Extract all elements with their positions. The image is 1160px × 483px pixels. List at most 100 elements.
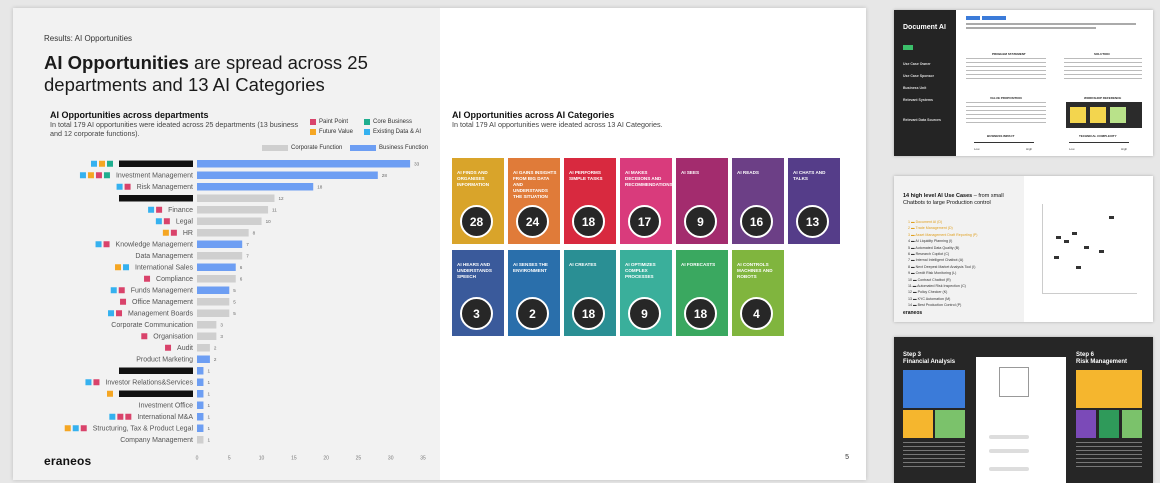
thumb-low: Low	[1069, 147, 1075, 151]
thumb-scale	[1069, 142, 1129, 143]
thumb-sticky-note	[1110, 107, 1126, 123]
bar	[197, 436, 204, 444]
ai-category-tile[interactable]: AI Senses the Environment 2	[508, 250, 560, 336]
thumb-green-panel	[1122, 410, 1142, 438]
ai-category-tile[interactable]: AI Performs Simple Tasks 18	[564, 158, 616, 244]
thumb-text-block	[966, 58, 1046, 80]
thumbnail-steps[interactable]: Step 3 Financial Analysis Step 6 Risk Ma…	[894, 337, 1153, 483]
category-marker	[117, 413, 124, 420]
category-marker	[124, 183, 131, 190]
bar-value-label: 12	[278, 196, 284, 201]
bar	[197, 217, 262, 225]
thumb-point	[1064, 240, 1069, 243]
ai-category-tile[interactable]: AI Controls Machines and Robots 4	[732, 250, 784, 336]
bar-value-label: 10	[266, 219, 272, 224]
ai-category-tile[interactable]: AI Optimizes Complex Processes 9	[620, 250, 672, 336]
bar-value-label: 3	[220, 322, 223, 327]
redacted-label	[119, 367, 193, 374]
category-marker	[108, 310, 115, 317]
category-marker	[109, 413, 116, 420]
category-marker	[148, 206, 155, 213]
bar	[197, 344, 210, 352]
row-label: Company Management	[120, 437, 193, 444]
ai-category-label: AI Reads	[737, 170, 759, 175]
thumb-point	[1072, 232, 1077, 235]
ai-category-tile[interactable]: AI Reads 16	[732, 158, 784, 244]
thumbnail-document-ai[interactable]: Document AI Use Case Owner Use Case Spon…	[894, 10, 1153, 156]
ai-category-label: AI Sees	[681, 170, 700, 175]
ai-category-tile[interactable]: AI Makes Decisions and Recommendations 17	[620, 158, 673, 244]
x-tick-label: 35	[420, 456, 426, 462]
ai-category-label: AI Makes Decisions and Recommendations	[625, 170, 673, 187]
ai-category-label: AI Finds and Organises Information	[457, 170, 490, 187]
ai-category-tile[interactable]: AI Finds and Organises Information 28	[452, 158, 504, 244]
category-marker	[95, 241, 102, 248]
thumb-line	[966, 27, 1096, 29]
thumb-point	[1056, 236, 1061, 239]
category-marker	[87, 172, 94, 179]
thumb-high: High	[1026, 147, 1033, 151]
ai-category-tile[interactable]: AI Hears and Understands Speech 3	[452, 250, 504, 336]
bar-value-label: 33	[414, 161, 420, 166]
ai-category-count: 4	[740, 297, 773, 330]
bar-value-label: 28	[382, 173, 388, 178]
ai-category-tile[interactable]: AI Chats and Talks 13	[788, 158, 840, 244]
categories-subtitle: In total 179 AI opportunities were ideat…	[452, 120, 663, 129]
ai-category-count: 3	[460, 297, 493, 330]
category-marker	[141, 333, 148, 340]
thumb-slider	[989, 449, 1029, 453]
thumb-line	[966, 23, 1136, 25]
ai-category-count: 16	[740, 205, 773, 238]
row-label: Structuring, Tax & Product Legal	[93, 426, 194, 433]
x-tick-label: 30	[388, 456, 394, 462]
bar	[197, 298, 230, 306]
row-label: Knowledge Management	[116, 242, 193, 249]
row-label: Management Boards	[128, 311, 193, 318]
page-number: 5	[845, 454, 849, 461]
bar	[197, 413, 204, 421]
thumb-blue-panel	[903, 370, 965, 408]
category-marker	[162, 229, 169, 236]
bar	[197, 206, 269, 214]
thumb-step3: Step 3	[903, 352, 922, 358]
ai-category-tile[interactable]: AI Forecasts 18	[676, 250, 728, 336]
row-label: Finance	[168, 207, 193, 214]
category-marker	[110, 287, 117, 294]
category-marker	[93, 379, 100, 386]
ai-category-tile[interactable]: AI Creates 18	[564, 250, 616, 336]
thumbnail-use-cases[interactable]: 14 high level AI Use Cases – from small …	[894, 176, 1153, 322]
category-marker	[91, 160, 97, 167]
thumb-green-panel	[1099, 410, 1119, 438]
thumb-chip	[966, 16, 980, 20]
row-label: Risk Management	[137, 184, 193, 191]
thumb-scatter	[1042, 204, 1137, 294]
ai-category-count: 18	[572, 205, 605, 238]
thumb-sticky-note	[1070, 107, 1086, 123]
category-marker	[120, 298, 127, 305]
bar-value-label: 1	[207, 414, 210, 419]
bar-value-label: 2	[214, 357, 217, 362]
bar	[197, 332, 217, 340]
x-tick-label: 5	[228, 456, 231, 462]
ai-category-count: 17	[628, 205, 661, 238]
row-label: International M&A	[137, 414, 193, 421]
bar-value-label: 1	[207, 403, 210, 408]
ai-category-count: 18	[572, 297, 605, 330]
thumb-logo: eraneos	[903, 310, 923, 316]
thumb-point	[1084, 246, 1089, 249]
redacted-label	[119, 160, 193, 167]
thumb-field: Relevant Data Sources	[903, 118, 941, 122]
ai-category-tile[interactable]: AI Sees 9	[676, 158, 728, 244]
thumb-title-bold: 14 high level AI Use Cases	[903, 193, 973, 199]
ai-category-label: AI Creates	[569, 262, 597, 267]
thumb-tag	[903, 45, 913, 50]
thumb-purple-panel	[1076, 410, 1096, 438]
bar	[197, 390, 204, 398]
category-marker	[115, 264, 122, 271]
ai-category-tile[interactable]: AI Gains Insights from Big Data and Unde…	[508, 158, 560, 244]
bar	[197, 240, 243, 248]
thumb-point	[1109, 216, 1114, 219]
thumb-workshop: WORKSHOP REFERENCE	[1084, 96, 1122, 100]
thumb-complexity: TECHNICAL COMPLEXITY	[1079, 134, 1117, 138]
thumb-text-block	[1076, 442, 1142, 470]
